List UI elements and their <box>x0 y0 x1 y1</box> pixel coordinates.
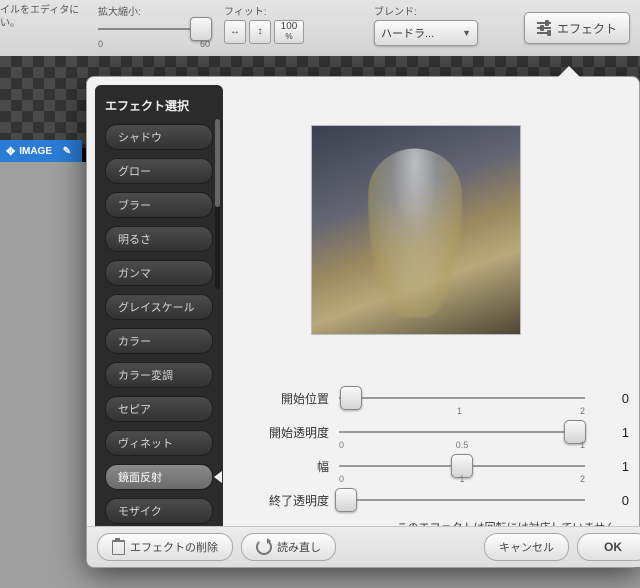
slider-row-0: 開始位置120 <box>243 381 629 415</box>
fit-label: フィット: <box>224 3 304 18</box>
effect-pill-2[interactable]: ブラー <box>105 192 213 218</box>
slider-value: 1 <box>585 459 629 474</box>
slider-thumb[interactable] <box>335 488 357 512</box>
effect-pill-1[interactable]: グロー <box>105 158 213 184</box>
zoom-slider[interactable] <box>98 20 210 38</box>
slider-row-3: 終了透明度 0 <box>243 483 629 517</box>
slider-label: 開始位置 <box>243 390 339 407</box>
slider-value: 0 <box>585 493 629 508</box>
image-tab[interactable]: ✥ IMAGE ✎ <box>0 140 82 162</box>
effect-pill-6[interactable]: カラー <box>105 328 213 354</box>
blend-label: ブレンド: <box>374 3 478 18</box>
fit-100-button[interactable]: 100% <box>274 20 304 44</box>
chevron-down-icon: ▼ <box>462 28 471 38</box>
panel-footer: エフェクトの削除 読み直し キャンセル OK <box>87 526 640 567</box>
effect-pill-5[interactable]: グレイスケール <box>105 294 213 320</box>
reload-icon <box>256 539 272 555</box>
effect-pill-8[interactable]: セピア <box>105 396 213 422</box>
effect-pill-0[interactable]: シャドウ <box>105 124 213 150</box>
slider-track[interactable]: 12 <box>339 388 585 408</box>
sidebar-title: エフェクト選択 <box>95 93 223 124</box>
sidebar-scroll-thumb[interactable] <box>215 119 220 207</box>
zoom-thumb[interactable] <box>190 17 212 41</box>
slider-row-2: 幅0121 <box>243 449 629 483</box>
edit-icon[interactable]: ✎ <box>58 142 76 160</box>
delete-effect-button[interactable]: エフェクトの削除 <box>97 533 233 561</box>
trash-icon <box>112 540 125 555</box>
fit-vertical-button[interactable]: ↕ <box>249 20 271 44</box>
preview-image <box>311 125 521 335</box>
effect-panel: エフェクト選択 シャドウグローブラー明るさガンマグレイスケールカラーカラー変調セ… <box>86 76 640 568</box>
slider-track[interactable]: 012 <box>339 456 585 476</box>
effect-pill-10[interactable]: 鏡面反射 <box>105 464 213 490</box>
slider-label: 幅 <box>243 458 339 475</box>
effect-pill-4[interactable]: ガンマ <box>105 260 213 286</box>
slider-value: 1 <box>585 425 629 440</box>
effect-pill-7[interactable]: カラー変調 <box>105 362 213 388</box>
sliders-icon <box>537 22 551 34</box>
move-icon: ✥ <box>6 145 15 158</box>
sidebar-scrollbar[interactable] <box>215 119 220 289</box>
reset-button[interactable]: 読み直し <box>241 533 336 561</box>
effect-sidebar: エフェクト選択 シャドウグローブラー明るさガンマグレイスケールカラーカラー変調セ… <box>95 85 223 533</box>
blend-group: ブレンド: ハードラ... ▼ <box>374 0 478 46</box>
fit-group: フィット: ↔ ↕ 100% <box>224 0 304 44</box>
zoom-group: 拡大縮小: 060 <box>98 0 210 49</box>
slider-row-1: 開始透明度00.511 <box>243 415 629 449</box>
blend-value: ハードラ... <box>381 25 434 41</box>
effect-pill-3[interactable]: 明るさ <box>105 226 213 252</box>
fit-horizontal-button[interactable]: ↔ <box>224 20 246 44</box>
effect-pill-11[interactable]: モザイク <box>105 498 213 524</box>
effect-pill-9[interactable]: ヴィネット <box>105 430 213 456</box>
slider-track[interactable] <box>339 490 585 510</box>
slider-track[interactable]: 00.51 <box>339 422 585 442</box>
effect-sliders: 開始位置120開始透明度00.511幅0121終了透明度0 <box>243 381 629 517</box>
ok-button[interactable]: OK <box>577 533 640 561</box>
top-toolbar: イルをエディタに い。 拡大縮小: 060 フィット: ↔ ↕ 100% ブレン… <box>0 0 640 57</box>
slider-label: 開始透明度 <box>243 424 339 441</box>
slider-label: 終了透明度 <box>243 492 339 509</box>
zoom-label: 拡大縮小: <box>98 3 210 18</box>
blend-select[interactable]: ハードラ... ▼ <box>374 20 478 46</box>
slider-value: 0 <box>585 391 629 406</box>
hint-text: イルをエディタに い。 <box>0 0 84 30</box>
effect-button[interactable]: エフェクト <box>524 12 630 44</box>
cancel-button[interactable]: キャンセル <box>484 533 569 561</box>
